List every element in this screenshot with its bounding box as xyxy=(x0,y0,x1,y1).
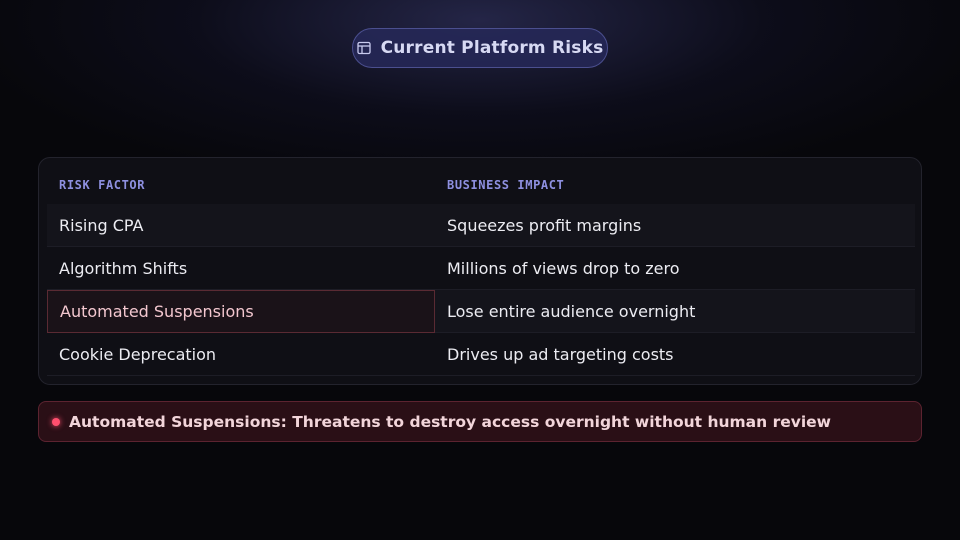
table-header: RISK FACTOR BUSINESS IMPACT xyxy=(47,174,915,205)
impact-cell: Lose entire audience overnight xyxy=(447,302,696,321)
table-row: Cookie Deprecation Drives up ad targetin… xyxy=(47,333,915,376)
page-title: Current Platform Risks xyxy=(380,38,604,58)
risk-table: RISK FACTOR BUSINESS IMPACT Rising CPA S… xyxy=(38,157,922,385)
risk-cell: Cookie Deprecation xyxy=(59,345,217,364)
alert-banner: Automated Suspensions: Threatens to dest… xyxy=(38,401,922,442)
table-icon xyxy=(357,41,372,56)
column-header-risk: RISK FACTOR xyxy=(59,178,146,192)
risk-cell-highlighted: Automated Suspensions xyxy=(47,290,435,333)
risk-cell: Rising CPA xyxy=(59,216,144,235)
impact-cell: Millions of views drop to zero xyxy=(447,259,680,278)
table-row: Rising CPA Squeezes profit margins xyxy=(47,204,915,247)
section-title-pill: Current Platform Risks xyxy=(352,28,608,68)
impact-cell: Squeezes profit margins xyxy=(447,216,642,235)
alert-text: Automated Suspensions: Threatens to dest… xyxy=(69,412,831,431)
table-row-highlighted: Automated Suspensions Lose entire audien… xyxy=(47,290,915,333)
risk-cell: Algorithm Shifts xyxy=(59,259,188,278)
column-header-impact: BUSINESS IMPACT xyxy=(447,178,565,192)
alert-dot-icon xyxy=(52,417,60,426)
impact-cell: Drives up ad targeting costs xyxy=(447,345,674,364)
table-row: Algorithm Shifts Millions of views drop … xyxy=(47,247,915,290)
